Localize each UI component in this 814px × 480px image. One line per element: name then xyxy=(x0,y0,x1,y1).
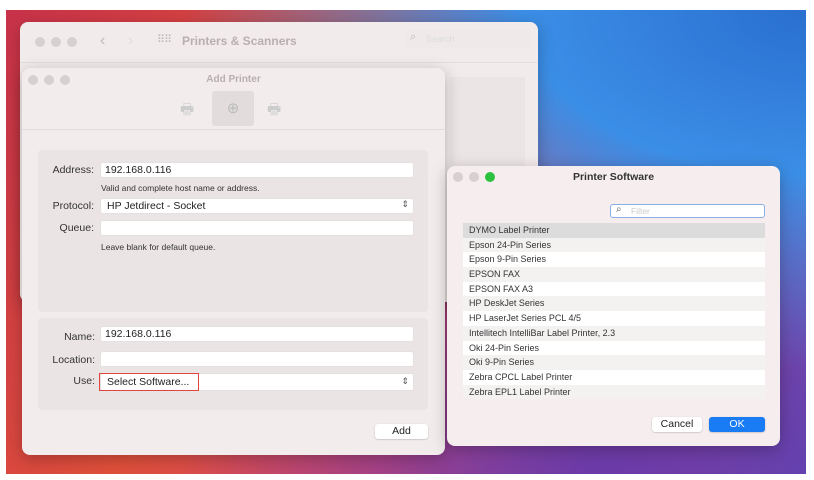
chevron-updown-icon: ⇕ xyxy=(401,376,409,386)
list-item[interactable]: Zebra EPL1 Label Printer xyxy=(463,384,765,399)
protocol-label: Protocol: xyxy=(52,200,94,212)
list-item[interactable]: EPSON FAX A3 xyxy=(463,282,765,297)
list-item[interactable]: Epson 24-Pin Series xyxy=(463,237,765,253)
name-label: Name: xyxy=(64,331,95,343)
list-item[interactable]: Zebra CPCL Label Printer xyxy=(463,370,765,385)
search-input[interactable]: ⌕ Search xyxy=(406,30,530,48)
filter-placeholder: Filter xyxy=(631,206,650,216)
location-field[interactable] xyxy=(101,352,413,366)
list-item[interactable]: Oki 9-Pin Series xyxy=(463,355,765,370)
add-button[interactable]: Add xyxy=(375,424,428,439)
window-title: Printers & Scanners xyxy=(182,34,297,48)
queue-hint: Leave blank for default queue. xyxy=(101,242,216,252)
list-item[interactable]: Intellitech IntelliBar Label Printer, 2.… xyxy=(463,325,765,341)
protocol-value: HP Jetdirect - Socket xyxy=(107,200,206,212)
ip-tab[interactable]: ⊕ xyxy=(212,91,254,126)
search-icon: ⌕ xyxy=(616,204,622,215)
address-hint: Valid and complete host name or address. xyxy=(101,183,260,193)
location-label: Location: xyxy=(52,354,95,366)
search-icon: ⌕ xyxy=(410,31,417,43)
default-printer-tab-icon[interactable]: 🖶 xyxy=(180,99,194,124)
grid-icon[interactable]: ⠿⠿ xyxy=(157,33,172,46)
use-select[interactable]: Select Software... ⇕ xyxy=(99,373,413,391)
use-value: Select Software... xyxy=(107,376,190,388)
list-item[interactable]: EPSON FAX xyxy=(463,267,765,282)
back-icon[interactable]: ‹ xyxy=(100,32,105,50)
dialog-title: Add Printer xyxy=(206,74,261,85)
queue-field[interactable] xyxy=(101,221,413,235)
list-item[interactable]: HP LaserJet Series PCL 4/5 xyxy=(463,311,765,326)
add-printer-dialog: Add Printer 🖶 ⊕ 🖶 Address: 192.168.0.116… xyxy=(22,68,445,455)
address-field[interactable]: 192.168.0.116 xyxy=(101,163,413,177)
filter-input[interactable]: ⌕ Filter xyxy=(610,204,765,218)
address-value: 192.168.0.116 xyxy=(105,164,172,176)
list-item[interactable]: HP DeskJet Series xyxy=(463,296,765,312)
name-field[interactable]: 192.168.0.116 xyxy=(101,327,413,341)
dialog-title: Printer Software xyxy=(572,171,655,183)
use-highlight-box: Select Software... xyxy=(99,373,199,391)
name-value: 192.168.0.116 xyxy=(105,328,172,340)
list-item[interactable]: Oki 24-Pin Series xyxy=(463,341,765,356)
protocol-select[interactable]: HP Jetdirect - Socket ⇕ xyxy=(101,199,413,213)
cancel-button[interactable]: Cancel xyxy=(652,417,702,432)
chevron-updown-icon: ⇕ xyxy=(401,199,409,209)
search-placeholder: Search xyxy=(426,34,455,44)
list-item[interactable]: Epson 9-Pin Series xyxy=(463,252,765,267)
queue-label: Queue: xyxy=(59,222,94,234)
use-label: Use: xyxy=(73,375,95,387)
list-item[interactable]: DYMO Label Printer xyxy=(463,223,765,238)
printer-software-list[interactable]: DYMO Label Printer Epson 24-Pin Series Eps… xyxy=(463,223,765,399)
windows-tab-icon[interactable]: 🖶 xyxy=(267,99,281,124)
globe-icon: ⊕ xyxy=(226,100,240,117)
printer-info-panel: Name: 192.168.0.116 Location: Use: Selec… xyxy=(38,318,428,410)
ok-button[interactable]: OK xyxy=(709,417,765,432)
forward-icon[interactable]: › xyxy=(128,32,133,50)
window-controls[interactable] xyxy=(35,37,77,47)
connection-panel: Address: 192.168.0.116 Valid and complet… xyxy=(38,150,428,312)
address-label: Address: xyxy=(52,164,94,176)
